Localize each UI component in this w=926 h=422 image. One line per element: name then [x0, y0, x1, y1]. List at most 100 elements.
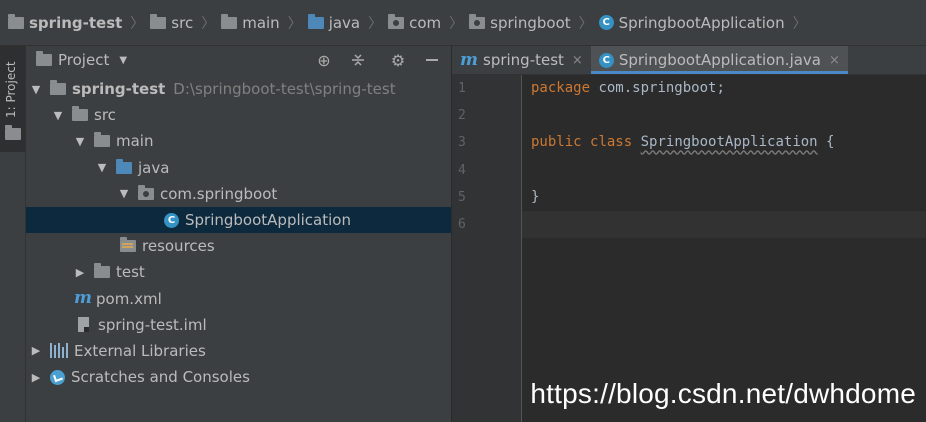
tree-item-label: com.springboot	[160, 184, 278, 203]
tree-item-label: java	[138, 158, 170, 177]
class-icon: C	[598, 52, 614, 68]
tree-item-pom-xml[interactable]: m pom.xml	[26, 286, 451, 312]
chevron-right-icon: 〉	[368, 15, 383, 32]
package-icon	[388, 13, 405, 29]
chevron-right-icon: 〉	[287, 15, 302, 32]
code-text: com.springboot;	[590, 80, 725, 96]
line-number-gutter: 1 2 3 4 5 6	[452, 75, 522, 422]
tab-springboot-application-java[interactable]: C SpringbootApplication.java ×	[590, 46, 848, 74]
breadcrumb-label: com	[409, 13, 442, 32]
keyword: class	[590, 134, 633, 151]
tree-item-label: External Libraries	[74, 341, 206, 360]
chevron-down-icon[interactable]: ▼	[96, 161, 108, 174]
close-icon[interactable]: ×	[572, 53, 583, 68]
chevron-right-icon[interactable]: ▶	[30, 371, 42, 384]
breadcrumb-item-com[interactable]: com	[388, 11, 441, 35]
line-number: 1	[458, 81, 466, 96]
chevron-right-icon: 〉	[130, 15, 145, 32]
source-folder-icon	[116, 158, 132, 174]
chevron-down-icon[interactable]: ▼	[118, 187, 130, 200]
code-line-5[interactable]: }	[522, 184, 926, 211]
keyword: package	[531, 80, 591, 96]
code-line-3[interactable]: public class SpringbootApplication {	[522, 129, 926, 156]
tree-item-external-libraries[interactable]: ▶ External Libraries	[26, 338, 451, 364]
tree-item-spring-test[interactable]: ▼ spring-test D:\springboot-test\spring-…	[26, 76, 451, 102]
package-icon	[469, 13, 486, 29]
code-editor[interactable]: package com.springboot; public class Spr…	[522, 75, 926, 422]
tree-item-label: spring-test.iml	[98, 315, 207, 334]
minimize-icon[interactable]	[422, 50, 442, 70]
line-number: 2	[458, 108, 466, 124]
tree-item-resources[interactable]: resources	[26, 233, 451, 259]
project-tool-tab[interactable]: 1: Project	[0, 46, 25, 152]
keyword: public	[531, 134, 582, 151]
tree-item-spring-test-iml[interactable]: spring-test.iml	[26, 312, 451, 338]
line-number: 4	[458, 162, 466, 178]
source-folder-icon	[307, 13, 324, 29]
project-folder-icon	[36, 51, 52, 66]
chevron-down-icon[interactable]: ▼	[119, 55, 127, 66]
breadcrumb-item-java[interactable]: java	[307, 11, 360, 35]
folder-icon	[8, 13, 24, 29]
code-line-2[interactable]	[522, 102, 926, 129]
folder-icon	[94, 132, 110, 148]
locate-icon[interactable]: ⊕	[314, 50, 334, 70]
scratches-icon	[50, 369, 65, 385]
breadcrumb-item-springboot[interactable]: springboot	[469, 11, 571, 35]
code-line-6[interactable]	[522, 210, 926, 239]
folder-icon	[72, 106, 88, 122]
breadcrumb-item-main[interactable]: main	[221, 11, 280, 35]
tree-item-label: test	[116, 263, 145, 282]
breadcrumb-label: springboot	[490, 13, 571, 32]
class-icon: C	[164, 212, 179, 228]
tree-item-main[interactable]: ▼ main	[26, 128, 451, 154]
tree-item-scratches[interactable]: ▶ Scratches and Consoles	[26, 364, 451, 390]
class-icon: C	[598, 15, 614, 30]
tree-item-java[interactable]: ▼ java	[26, 155, 451, 181]
breadcrumb-label: src	[171, 13, 194, 32]
module-folder-icon	[50, 80, 66, 96]
tool-window-strip: 1: Project	[0, 46, 26, 422]
line-number: 5	[458, 189, 466, 205]
chevron-right-icon: 〉	[201, 15, 216, 32]
tab-spring-test[interactable]: m spring-test ×	[452, 46, 591, 74]
chevron-down-icon[interactable]: ▼	[52, 109, 64, 122]
chevron-right-icon[interactable]: ▶	[74, 266, 86, 279]
folder-icon	[5, 125, 21, 140]
project-panel: Project ▼ ⊕ ⚙ ▼ spring-test D:\springboo…	[26, 46, 452, 422]
code-line-1[interactable]: package com.springboot;	[522, 75, 926, 102]
project-panel-title[interactable]: Project	[58, 51, 109, 69]
maven-icon: m	[74, 288, 92, 309]
breadcrumb-label: SpringbootApplication	[618, 13, 785, 32]
tree-item-path: D:\springboot-test\spring-test	[173, 80, 396, 99]
chevron-right-icon: 〉	[792, 15, 807, 32]
chevron-down-icon[interactable]: ▼	[30, 83, 42, 96]
tree-item-label: resources	[142, 237, 215, 256]
tree-item-com-springboot[interactable]: ▼ com.springboot	[26, 181, 451, 207]
project-panel-header: Project ▼ ⊕ ⚙	[26, 46, 451, 74]
breadcrumb-item-project[interactable]: spring-test	[8, 11, 122, 35]
tab-label: SpringbootApplication.java	[618, 51, 821, 69]
folder-icon	[221, 13, 238, 29]
breadcrumb: spring-test 〉 src 〉 main 〉 java 〉 com 〉 …	[0, 0, 926, 46]
project-tool-tab-label: 1: Project	[4, 61, 18, 118]
module-file-icon	[78, 317, 89, 333]
collapse-all-icon[interactable]	[348, 50, 368, 70]
tree-item-test[interactable]: ▶ test	[26, 259, 451, 285]
tab-label: spring-test	[483, 51, 564, 69]
chevron-right-icon: 〉	[449, 15, 464, 32]
watermark: https://blog.csdn.net/dwhdome	[530, 378, 916, 409]
breadcrumb-item-src[interactable]: src	[150, 11, 193, 35]
tree-item-springboot-application[interactable]: C SpringbootApplication	[26, 206, 451, 234]
close-icon[interactable]: ×	[829, 53, 840, 68]
breadcrumb-item-class[interactable]: C SpringbootApplication	[598, 11, 785, 35]
gear-icon[interactable]: ⚙	[388, 50, 408, 70]
folder-icon	[94, 263, 110, 279]
tree-item-label: Scratches and Consoles	[71, 368, 250, 387]
chevron-right-icon[interactable]: ▶	[30, 344, 42, 357]
tree-item-label: spring-test	[72, 80, 166, 99]
tree-item-label: src	[94, 106, 116, 125]
chevron-down-icon[interactable]: ▼	[74, 135, 86, 148]
tree-item-src[interactable]: ▼ src	[26, 102, 451, 128]
code-line-4[interactable]	[522, 157, 926, 184]
